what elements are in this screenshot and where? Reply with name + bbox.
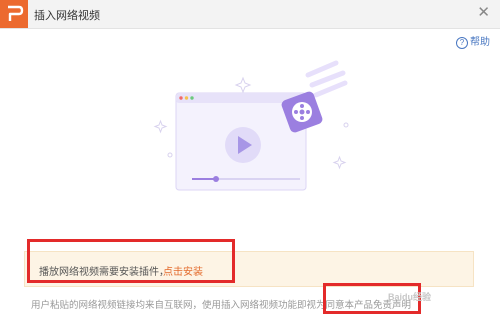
annotation-box-notice xyxy=(27,239,235,283)
app-logo-icon xyxy=(0,0,28,28)
watermark-text: Baidu经验 xyxy=(388,292,432,302)
title-bar: 插入网络视频 ✕ xyxy=(0,0,500,29)
help-label: 帮助 xyxy=(470,37,490,48)
window-title: 插入网络视频 xyxy=(34,10,100,22)
question-circle-icon: ? xyxy=(456,37,468,49)
video-illustration xyxy=(153,60,349,191)
film-reel-icon xyxy=(281,60,348,133)
help-button[interactable]: ? 帮助 xyxy=(456,33,490,49)
close-icon[interactable]: ✕ xyxy=(477,5,490,20)
